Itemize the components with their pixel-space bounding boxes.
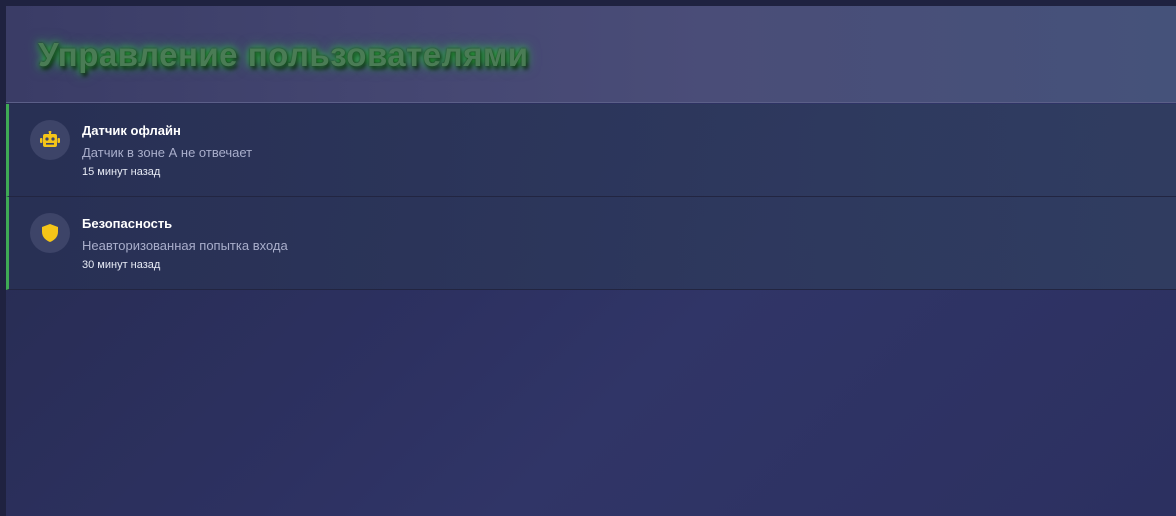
notification-item[interactable]: Безопасность Неавторизованная попытка вх… [6, 197, 1176, 290]
notification-icon-badge [30, 213, 70, 253]
notification-title: Безопасность [82, 216, 173, 231]
notification-title: Датчик офлайн [82, 123, 181, 138]
notification-time: 30 минут назад [82, 259, 161, 271]
notification-icon-badge [30, 120, 70, 160]
notification-time: 15 минут назад [82, 166, 161, 178]
shield-icon [42, 224, 58, 242]
robot-icon [40, 131, 60, 149]
page-title: Управление пользователями [38, 36, 529, 73]
notification-list: Датчик офлайн Датчик в зоне А не отвечае… [6, 104, 1176, 290]
notification-message: Неавторизованная попытка входа [82, 238, 288, 253]
notification-message: Датчик в зоне А не отвечает [82, 145, 253, 160]
notification-item[interactable]: Датчик офлайн Датчик в зоне А не отвечае… [6, 104, 1176, 197]
page-header: Управление пользователями [6, 6, 1176, 103]
